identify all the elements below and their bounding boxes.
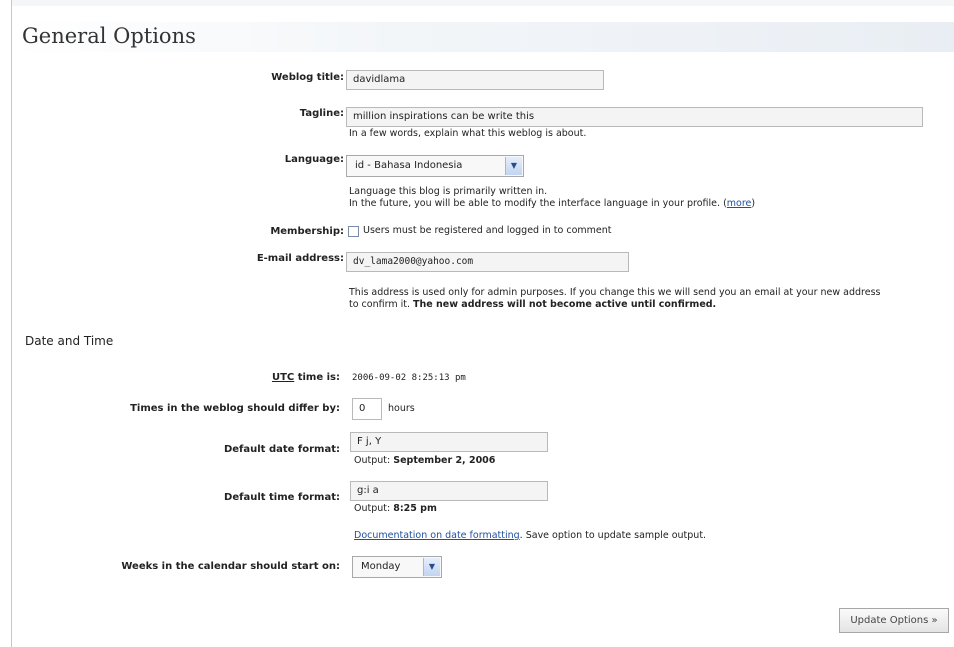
date-format-doc-text: . Save option to update sample output. — [519, 530, 707, 541]
membership-checkbox[interactable] — [348, 226, 359, 237]
week-start-select[interactable]: Monday ▼ — [352, 556, 442, 578]
email-hint-2-text: to confirm it. — [349, 299, 414, 310]
more-link[interactable]: more — [727, 198, 752, 209]
tagline-hint: In a few words, explain what this weblog… — [349, 128, 587, 139]
week-start-selected: Monday — [361, 561, 401, 572]
language-selected: id - Bahasa Indonesia — [355, 160, 463, 171]
offset-input[interactable]: 0 — [352, 398, 382, 420]
content-border — [11, 0, 12, 647]
date-time-section-title: Date and Time — [25, 334, 114, 348]
top-strip — [11, 0, 954, 6]
offset-label: Times in the weblog should differ by: — [130, 403, 340, 414]
chevron-down-icon[interactable]: ▼ — [423, 558, 440, 576]
time-format-label: Default time format: — [224, 492, 340, 503]
email-input[interactable]: dv_lama2000@yahoo.com — [346, 252, 629, 272]
date-format-output-value: September 2, 2006 — [393, 455, 496, 466]
tagline-input[interactable]: million inspirations can be write this — [346, 107, 923, 127]
page-title: General Options — [22, 24, 196, 48]
weblog-title-label: Weblog title: — [271, 72, 344, 83]
date-format-output: Output: September 2, 2006 — [354, 455, 495, 467]
membership-label: Membership: — [270, 226, 344, 237]
email-hint-2-bold: The new address will not become active u… — [413, 299, 717, 310]
utc-abbr: UTC — [271, 372, 295, 383]
language-hint-1: Language this blog is primarily written … — [349, 186, 548, 197]
email-hint-1: This address is used only for admin purp… — [349, 287, 881, 298]
week-start-label: Weeks in the calendar should start on: — [121, 561, 340, 572]
language-hint-2: In the future, you will be able to modif… — [349, 198, 755, 210]
time-format-output-value: 8:25 pm — [393, 503, 437, 514]
date-format-doc-link[interactable]: Documentation on date formatting — [354, 530, 520, 541]
time-format-output-prefix: Output: — [354, 503, 394, 514]
offset-unit: hours — [388, 403, 415, 414]
utc-label-rest: time is: — [294, 372, 340, 383]
email-label: E-mail address: — [256, 253, 344, 264]
language-select[interactable]: id - Bahasa Indonesia ▼ — [346, 155, 524, 177]
date-format-label: Default date format: — [223, 444, 340, 455]
language-label: Language: — [284, 154, 344, 165]
utc-label: UTC time is: — [272, 372, 340, 383]
time-format-input[interactable]: g:i a — [350, 481, 548, 501]
date-format-doc: Documentation on date formatting. Save o… — [354, 530, 706, 542]
email-hint-2: to confirm it. The new address will not … — [349, 299, 716, 311]
language-hint-2-text: In the future, you will be able to modif… — [349, 198, 721, 209]
more-close-paren: ) — [751, 198, 756, 209]
membership-checkbox-label[interactable]: Users must be registered and logged in t… — [363, 225, 611, 237]
weblog-title-input[interactable]: davidlama — [346, 70, 604, 90]
tagline-label: Tagline: — [299, 108, 344, 119]
update-options-button[interactable]: Update Options » — [839, 608, 949, 633]
time-format-output: Output: 8:25 pm — [354, 503, 437, 515]
date-format-output-prefix: Output: — [354, 455, 394, 466]
chevron-down-icon[interactable]: ▼ — [505, 157, 522, 175]
utc-time-value: 2006-09-02 8:25:13 pm — [352, 373, 466, 383]
date-format-input[interactable]: F j, Y — [350, 432, 548, 452]
